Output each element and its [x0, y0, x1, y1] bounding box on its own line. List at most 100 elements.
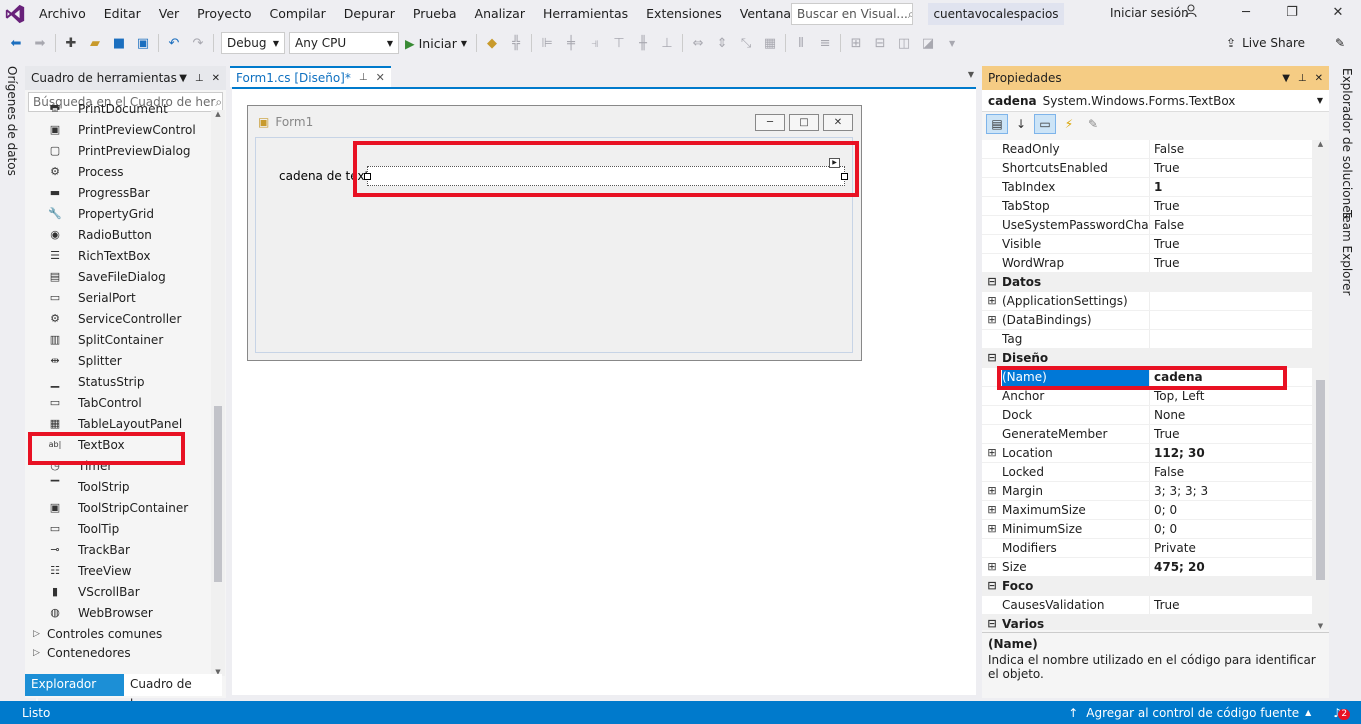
- menu-compilar[interactable]: Compilar: [261, 0, 335, 28]
- same-height-icon[interactable]: ⇕: [710, 32, 734, 54]
- send-to-back-icon[interactable]: ◪: [916, 32, 940, 54]
- property-value[interactable]: 112; 30: [1150, 444, 1312, 462]
- maximize-icon[interactable]: □: [789, 114, 819, 131]
- close-icon[interactable]: ✕: [212, 73, 220, 84]
- property-value[interactable]: [1150, 311, 1312, 329]
- pin-icon[interactable]: ⊥: [359, 72, 368, 83]
- toolbox-item[interactable]: ▭ TabControl: [25, 392, 211, 413]
- undo-icon[interactable]: ↶: [162, 32, 186, 54]
- scroll-up-icon[interactable]: ▲: [211, 110, 225, 118]
- forward-icon[interactable]: ➡: [28, 32, 52, 54]
- platform-dropdown[interactable]: Any CPU ▼: [289, 32, 399, 54]
- property-row[interactable]: GenerateMember True: [982, 425, 1312, 444]
- property-value[interactable]: 0; 0: [1150, 501, 1312, 519]
- menu-archivo[interactable]: Archivo: [30, 0, 95, 28]
- property-value[interactable]: True: [1150, 197, 1312, 215]
- same-size-icon[interactable]: ⤡: [734, 32, 758, 54]
- pin-icon[interactable]: ⊥: [1298, 73, 1307, 84]
- align-middle-icon[interactable]: ╫: [631, 32, 655, 54]
- property-value[interactable]: False: [1150, 463, 1312, 481]
- live-share-button[interactable]: ⇪ Live Share ✎: [1226, 28, 1345, 58]
- horizontal-spacing-icon[interactable]: ⫴: [789, 32, 813, 54]
- tab-order-icon[interactable]: ◆: [480, 32, 504, 54]
- property-value[interactable]: True: [1150, 425, 1312, 443]
- collapse-icon[interactable]: ⊟: [982, 349, 1002, 367]
- project-name-badge[interactable]: cuentavocalespacios: [928, 3, 1064, 25]
- align-left-icon[interactable]: ⊫: [535, 32, 559, 54]
- menu-proyecto[interactable]: Proyecto: [188, 0, 260, 28]
- toolbox-item[interactable]: ◍ WebBrowser: [25, 602, 211, 623]
- data-sources-tab[interactable]: Orígenes de datos: [5, 66, 19, 176]
- menu-editar[interactable]: Editar: [95, 0, 150, 28]
- property-value[interactable]: True: [1150, 235, 1312, 253]
- toolbox-item[interactable]: ▭ ToolTip: [25, 518, 211, 539]
- property-value[interactable]: 0; 0: [1150, 520, 1312, 538]
- property-row[interactable]: ⊞ Size 475; 20: [982, 558, 1312, 577]
- expand-icon[interactable]: ⊞: [982, 311, 1002, 329]
- toolbox-scrollbar[interactable]: ▲ ▼: [211, 110, 225, 676]
- property-row[interactable]: Tag: [982, 330, 1312, 349]
- property-row[interactable]: ⊞ Margin 3; 3; 3; 3: [982, 482, 1312, 501]
- property-value[interactable]: True: [1150, 596, 1312, 614]
- toolbox-item[interactable]: ▢ PrintPreviewDialog: [25, 140, 211, 161]
- property-value[interactable]: Private: [1150, 539, 1312, 557]
- tab-overflow-icon[interactable]: ▼: [968, 70, 974, 79]
- align-bottom-icon[interactable]: ⊥: [655, 32, 679, 54]
- chevron-down-icon[interactable]: ▼: [940, 32, 964, 54]
- property-row[interactable]: ⊞ (ApplicationSettings): [982, 292, 1312, 311]
- property-row[interactable]: TabStop True: [982, 197, 1312, 216]
- restore-icon[interactable]: ❐: [1269, 0, 1315, 26]
- toolbox-item[interactable]: ⇹ Splitter: [25, 350, 211, 371]
- property-row[interactable]: WordWrap True: [982, 254, 1312, 273]
- property-row[interactable]: ⊞ (DataBindings): [982, 311, 1312, 330]
- property-row[interactable]: ⊞ Location 112; 30: [982, 444, 1312, 463]
- property-value[interactable]: 1: [1150, 178, 1312, 196]
- expand-icon[interactable]: ⊞: [982, 501, 1002, 519]
- property-row[interactable]: Modifiers Private: [982, 539, 1312, 558]
- chevron-up-icon[interactable]: ▲: [1305, 708, 1311, 717]
- menu-ventana[interactable]: Ventana: [731, 0, 800, 28]
- alphabetical-icon[interactable]: ↓: [1010, 114, 1032, 134]
- open-folder-icon[interactable]: ▰: [83, 32, 107, 54]
- property-row[interactable]: ShortcutsEnabled True: [982, 159, 1312, 178]
- size-to-grid-icon[interactable]: ▦: [758, 32, 782, 54]
- configuration-dropdown[interactable]: Debug ▼: [221, 32, 285, 54]
- center-horizontally-icon[interactable]: ⊞: [844, 32, 868, 54]
- menu-analizar[interactable]: Analizar: [466, 0, 534, 28]
- toolbox-item[interactable]: ▥ SplitContainer: [25, 329, 211, 350]
- property-row[interactable]: TabIndex 1: [982, 178, 1312, 197]
- back-icon[interactable]: ⬅: [4, 32, 28, 54]
- toolbox-item[interactable]: ⚙ Process: [25, 161, 211, 182]
- menu-depurar[interactable]: Depurar: [335, 0, 404, 28]
- document-tab[interactable]: Form1.cs [Diseño]* ⊥ ✕: [230, 66, 391, 87]
- scroll-up-icon[interactable]: ▲: [1312, 140, 1329, 148]
- property-row[interactable]: ⊞ MaximumSize 0; 0: [982, 501, 1312, 520]
- toolbox-group[interactable]: ▷ Controles comunes: [25, 623, 211, 644]
- feedback-icon[interactable]: ✎: [1335, 36, 1345, 50]
- property-row[interactable]: ⊞ MinimumSize 0; 0: [982, 520, 1312, 539]
- property-row[interactable]: Dock None: [982, 406, 1312, 425]
- toolbox-item[interactable]: 🔧 PropertyGrid: [25, 203, 211, 224]
- toolbox-item[interactable]: ☰ RichTextBox: [25, 245, 211, 266]
- property-category[interactable]: ⊟ Varios: [982, 615, 1312, 630]
- align-grid-icon[interactable]: ╬: [504, 32, 528, 54]
- menu-herramientas[interactable]: Herramientas: [534, 0, 637, 28]
- categorized-icon[interactable]: ▤: [986, 114, 1008, 134]
- close-icon[interactable]: ✕: [1315, 0, 1361, 26]
- close-icon[interactable]: ✕: [1315, 73, 1323, 84]
- bring-to-front-icon[interactable]: ◫: [892, 32, 916, 54]
- properties-scrollbar[interactable]: ▲ ▼: [1312, 140, 1329, 630]
- property-value[interactable]: 475; 20: [1150, 558, 1312, 576]
- toolbox-item[interactable]: ▁ StatusStrip: [25, 371, 211, 392]
- close-icon[interactable]: ✕: [823, 114, 853, 131]
- collapse-icon[interactable]: ⊟: [982, 615, 1002, 630]
- vertical-spacing-icon[interactable]: ≡: [813, 32, 837, 54]
- chevron-down-icon[interactable]: ▼: [179, 73, 187, 84]
- collapse-icon[interactable]: ⊟: [982, 273, 1002, 291]
- tab-solution-explorer[interactable]: Explorador de...: [25, 674, 124, 711]
- align-center-icon[interactable]: ╪: [559, 32, 583, 54]
- toolbox-item[interactable]: ▣ PrintPreviewControl: [25, 119, 211, 140]
- property-value[interactable]: [1150, 330, 1312, 348]
- toolbox-item[interactable]: 🖶 PrintDocument: [25, 104, 211, 119]
- team-explorer-tab[interactable]: Team Explorer: [1340, 210, 1354, 296]
